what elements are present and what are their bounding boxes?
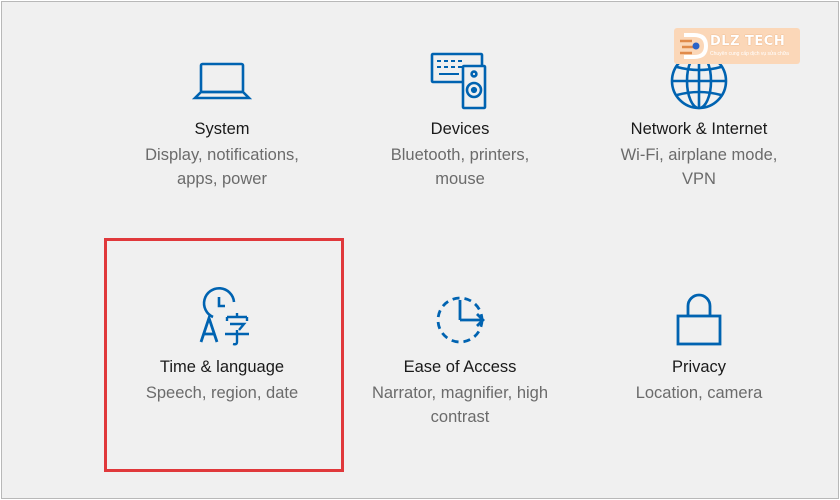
- tile-title: Ease of Access: [403, 358, 517, 376]
- watermark-tagline: Chuyên cung cấp dịch vụ sửa chữa: [710, 51, 789, 57]
- tile-description: Narrator, magnifier, high contrast: [371, 384, 549, 426]
- lock-icon: [664, 284, 734, 354]
- selection-highlight-box: [104, 238, 344, 472]
- tile-time-language[interactable]: Time & language Speech, region, date: [112, 2, 332, 402]
- ease-of-access-icon: [425, 284, 495, 354]
- settings-panel: System Display, notifications, apps, pow…: [1, 1, 839, 499]
- watermark-logo: DLZ TECH Chuyên cung cấp dịch vụ sửa chữ…: [674, 28, 800, 64]
- tile-description: Location, camera: [635, 384, 763, 402]
- tile-title: Privacy: [671, 358, 727, 376]
- time-language-icon: [187, 284, 257, 354]
- watermark-brand: DLZ TECH: [710, 34, 786, 49]
- dlz-logo-icon: [678, 31, 710, 61]
- tile-description: Speech, region, date: [145, 384, 299, 402]
- tile-title: Time & language: [159, 358, 285, 376]
- tile-ease-of-access[interactable]: Ease of Access Narrator, magnifier, high…: [350, 2, 570, 426]
